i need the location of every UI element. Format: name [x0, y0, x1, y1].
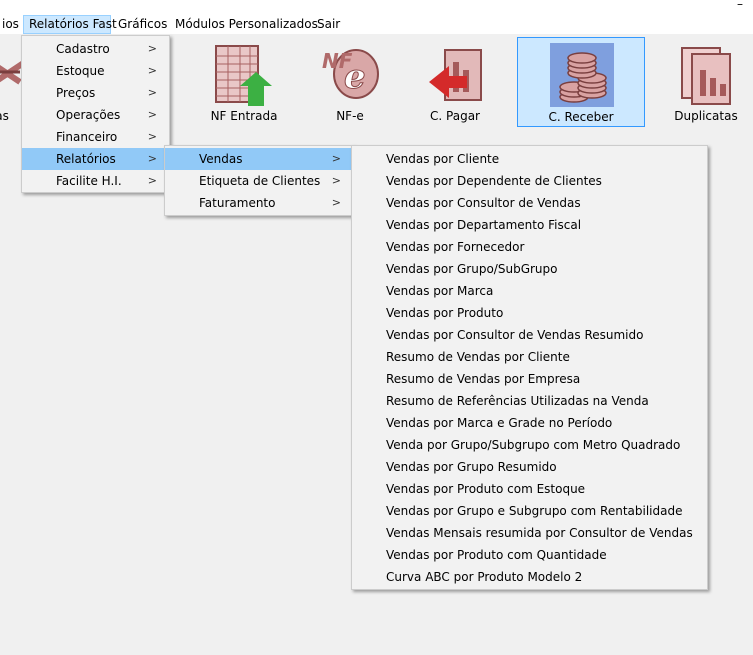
- menu-modulos-personalizados[interactable]: Módulos Personalizados: [170, 15, 323, 34]
- chevron-right-icon: >: [331, 152, 341, 165]
- toolbar-button-c-receber[interactable]: C. Receber: [517, 37, 645, 127]
- menu-sair[interactable]: Sair: [312, 15, 345, 34]
- menu-item-report[interactable]: Vendas por Consultor de Vendas Resumido: [352, 324, 707, 346]
- menu-item-report[interactable]: Vendas por Produto com Quantidade: [352, 544, 707, 566]
- menu-item-report[interactable]: Vendas por Marca: [352, 280, 707, 302]
- menu-item-report[interactable]: Resumo de Vendas por Empresa: [352, 368, 707, 390]
- menu-item-report[interactable]: Vendas por Dependente de Clientes: [352, 170, 707, 192]
- documents-icon: [681, 47, 731, 105]
- nfe-logo-icon: NF e: [322, 49, 379, 99]
- menu-item-report[interactable]: Venda por Grupo/Subgrupo com Metro Quadr…: [352, 434, 707, 456]
- chevron-right-icon: >: [147, 86, 157, 99]
- menu-item-report[interactable]: Resumo de Referências Utilizadas na Vend…: [352, 390, 707, 412]
- menu-item-report[interactable]: Vendas por Produto com Estoque: [352, 478, 707, 500]
- menu-item-report[interactable]: Resumo de Vendas por Cliente: [352, 346, 707, 368]
- menu-item-precos[interactable]: Preços >: [22, 82, 169, 104]
- menu-item-etiqueta-de-clientes[interactable]: Etiqueta de Clientes >: [165, 170, 353, 192]
- chevron-right-icon: >: [331, 196, 341, 209]
- menu-item-report[interactable]: Vendas por Grupo/SubGrupo: [352, 258, 707, 280]
- menu-vendas-submenu: Vendas por Cliente Vendas por Dependente…: [351, 145, 708, 590]
- toolbar-button-c-pagar[interactable]: C. Pagar: [391, 37, 519, 127]
- menu-item-report[interactable]: Vendas por Produto: [352, 302, 707, 324]
- title-bar: –: [0, 0, 753, 15]
- coins-stack-icon: [550, 43, 614, 107]
- chevron-right-icon: >: [147, 152, 157, 165]
- menu-item-report[interactable]: Vendas por Grupo e Subgrupo com Rentabil…: [352, 500, 707, 522]
- menu-item-estoque[interactable]: Estoque >: [22, 60, 169, 82]
- menu-item-report[interactable]: Curva ABC por Produto Modelo 2: [352, 566, 707, 588]
- menu-item-report[interactable]: Vendas por Departamento Fiscal: [352, 214, 707, 236]
- menu-item-report[interactable]: Vendas Mensais resumida por Consultor de…: [352, 522, 707, 544]
- menu-bar: ios Relatórios Fast Gráficos Módulos Per…: [0, 15, 753, 34]
- menu-item-report[interactable]: Vendas por Grupo Resumido: [352, 456, 707, 478]
- spreadsheet-upload-icon: [215, 45, 272, 106]
- toolbar-label-c-pagar: C. Pagar: [430, 109, 480, 123]
- toolbar-label-duplicatas: Duplicatas: [674, 109, 738, 123]
- menu-item-operacoes[interactable]: Operações >: [22, 104, 169, 126]
- menu-item-cadastro[interactable]: Cadastro >: [22, 38, 169, 60]
- chevron-right-icon: >: [147, 108, 157, 121]
- menu-item-report[interactable]: Vendas por Marca e Grade no Período: [352, 412, 707, 434]
- menu-relatorios-fast-dropdown: Cadastro > Estoque > Preços > Operações > Fi…: [21, 35, 170, 193]
- menu-relatorios-partial[interactable]: ios: [0, 15, 24, 34]
- menu-item-financeiro[interactable]: Financeiro >: [22, 126, 169, 148]
- toolbar-label-c-receber: C. Receber: [548, 110, 614, 124]
- menu-item-relatorios[interactable]: Relatórios >: [22, 148, 169, 170]
- menu-item-report[interactable]: Vendas por Consultor de Vendas: [352, 192, 707, 214]
- menu-item-report[interactable]: Vendas por Cliente: [352, 148, 707, 170]
- menu-item-faturamento[interactable]: Faturamento >: [165, 192, 353, 214]
- toolbar-button-duplicatas[interactable]: Duplicatas: [642, 37, 753, 127]
- chevron-right-icon: >: [331, 174, 341, 187]
- chevron-right-icon: >: [147, 174, 157, 187]
- menu-item-vendas[interactable]: Vendas >: [165, 148, 353, 170]
- pay-arrow-icon: [429, 49, 482, 101]
- menu-relatorios-submenu: Vendas > Etiqueta de Clientes > Faturament…: [164, 145, 354, 216]
- chevron-right-icon: >: [147, 42, 157, 55]
- menu-graficos[interactable]: Gráficos: [113, 15, 172, 34]
- chevron-right-icon: >: [147, 64, 157, 77]
- minimize-button[interactable]: –: [737, 0, 743, 10]
- chevron-right-icon: >: [147, 130, 157, 143]
- svg-text:e: e: [344, 57, 366, 97]
- menu-item-facilite-hi[interactable]: Facilite H.I. >: [22, 170, 169, 192]
- menu-relatorios-fast[interactable]: Relatórios Fast: [23, 15, 117, 34]
- menu-item-report[interactable]: Vendas por Fornecedor: [352, 236, 707, 258]
